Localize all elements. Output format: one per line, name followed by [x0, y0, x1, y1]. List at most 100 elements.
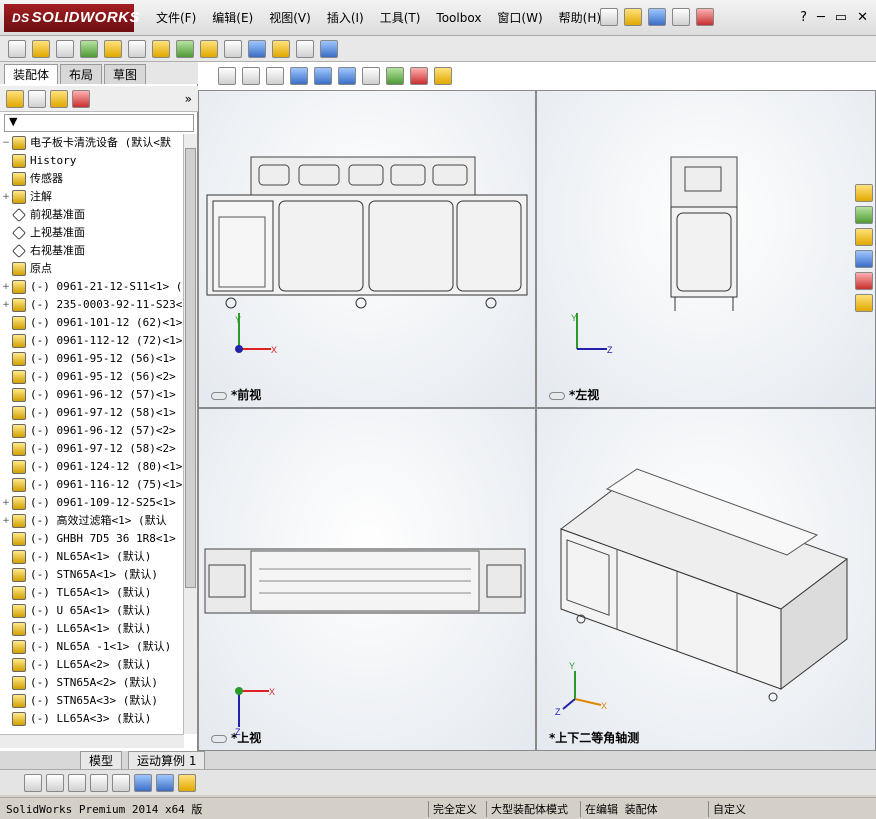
- expand-icon[interactable]: +: [0, 278, 12, 296]
- tree-item[interactable]: (-) LL65A<1> (默认): [0, 620, 184, 638]
- property-manager-icon[interactable]: [28, 89, 46, 108]
- tree-item[interactable]: History: [0, 152, 184, 170]
- tab-layout[interactable]: 布局: [60, 64, 103, 84]
- view-settings-icon[interactable]: [434, 67, 452, 85]
- tree-item[interactable]: (-) 0961-97-12 (58)<1>: [0, 404, 184, 422]
- results-icon[interactable]: [178, 773, 196, 792]
- tree-item[interactable]: 右视基准面: [0, 242, 184, 260]
- tree-item[interactable]: (-) 0961-95-12 (56)<1>: [0, 350, 184, 368]
- menu-tools[interactable]: 工具(T): [372, 9, 429, 27]
- appearance-icon[interactable]: [386, 67, 404, 85]
- zoom-area-icon[interactable]: [242, 67, 260, 85]
- tree-item[interactable]: (-) 0961-112-12 (72)<1>: [0, 332, 184, 350]
- configuration-manager-icon[interactable]: [50, 89, 68, 108]
- component-icon[interactable]: [104, 39, 122, 58]
- mate-icon[interactable]: [80, 39, 98, 58]
- graphics-area[interactable]: Y X *前视 Y Z *左视 X Z *上视 Y X Z *上下二等角轴测: [198, 62, 876, 751]
- tree-item[interactable]: 前视基准面: [0, 206, 184, 224]
- snapshot-icon[interactable]: [320, 39, 338, 58]
- collapse-icon[interactable]: −: [0, 134, 12, 152]
- tree-item[interactable]: (-) GHBH 7D5 36 1R8<1>: [0, 530, 184, 548]
- expand-icon[interactable]: +: [0, 188, 12, 206]
- open-assembly-icon[interactable]: [32, 39, 50, 58]
- menu-view[interactable]: 视图(V): [261, 9, 319, 27]
- help-icon[interactable]: ?: [800, 10, 807, 25]
- scroll-thumb[interactable]: [185, 148, 196, 588]
- expand-icon[interactable]: +: [0, 296, 12, 314]
- link-icon[interactable]: [56, 39, 74, 58]
- close-icon[interactable]: ✕: [857, 10, 868, 25]
- file-explorer-icon[interactable]: [855, 228, 873, 246]
- menu-insert[interactable]: 插入(I): [319, 9, 372, 27]
- zoom-fit-icon[interactable]: [218, 67, 236, 85]
- calculate-icon[interactable]: [24, 773, 42, 792]
- restore-icon[interactable]: ▭: [835, 10, 847, 25]
- tree-item[interactable]: + (-) 高效过滤箱<1> (默认: [0, 512, 184, 530]
- hide-show-icon[interactable]: [362, 67, 380, 85]
- status-units[interactable]: 自定义: [708, 801, 746, 817]
- tree-item[interactable]: 上视基准面: [0, 224, 184, 242]
- tree-item[interactable]: (-) 0961-101-12 (62)<1>: [0, 314, 184, 332]
- design-library-icon[interactable]: [855, 206, 873, 224]
- previous-view-icon[interactable]: [266, 67, 284, 85]
- tab-sketch[interactable]: 草图: [104, 64, 147, 84]
- menu-window[interactable]: 窗口(W): [489, 9, 550, 27]
- menu-edit[interactable]: 编辑(E): [204, 9, 261, 27]
- expand-icon[interactable]: +: [0, 512, 12, 530]
- custom-properties-icon[interactable]: [855, 294, 873, 312]
- tree-root[interactable]: − 电子板卡清洗设备 (默认<默: [0, 134, 184, 152]
- tree-item[interactable]: (-) LL65A<2> (默认): [0, 656, 184, 674]
- display-manager-icon[interactable]: [72, 89, 90, 108]
- tree-item[interactable]: + (-) 0961-21-12-S11<1> (: [0, 278, 184, 296]
- stop-icon[interactable]: [68, 773, 86, 792]
- part-tool-icon[interactable]: [8, 39, 26, 58]
- reference-icon[interactable]: [296, 39, 314, 58]
- filter-input[interactable]: ▼: [4, 114, 194, 132]
- tab-model[interactable]: 模型: [80, 750, 123, 770]
- minimize-icon[interactable]: ─: [817, 10, 825, 25]
- table-icon[interactable]: [156, 773, 174, 792]
- rebuild-icon[interactable]: [696, 8, 714, 26]
- front-view-pane[interactable]: Y X *前视: [198, 90, 536, 408]
- menu-toolbox[interactable]: Toolbox: [428, 9, 489, 27]
- tree-item[interactable]: (-) 0961-95-12 (56)<2>: [0, 368, 184, 386]
- timeline-icon[interactable]: [90, 773, 108, 792]
- tree-item[interactable]: (-) 0961-97-12 (58)<2>: [0, 440, 184, 458]
- expand-panel-icon[interactable]: »: [185, 92, 192, 106]
- appearances-icon[interactable]: [855, 272, 873, 290]
- feature-icon[interactable]: [176, 39, 194, 58]
- top-view-pane[interactable]: X Z *上视: [198, 408, 536, 751]
- tree-horizontal-scrollbar[interactable]: [0, 734, 184, 748]
- left-view-pane[interactable]: Y Z *左视: [536, 90, 876, 408]
- view-orientation-icon[interactable]: [314, 67, 332, 85]
- new-doc-icon[interactable]: [600, 8, 618, 26]
- tree-item[interactable]: (-) STN65A<2> (默认): [0, 674, 184, 692]
- display-style-icon[interactable]: [338, 67, 356, 85]
- expand-icon[interactable]: +: [0, 494, 12, 512]
- view-cube-icon[interactable]: [134, 773, 152, 792]
- tree-item[interactable]: (-) NL65A -1<1> (默认): [0, 638, 184, 656]
- tree-item[interactable]: (-) 0961-96-12 (57)<2>: [0, 422, 184, 440]
- save-icon[interactable]: [648, 8, 666, 26]
- tree-vertical-scrollbar[interactable]: [183, 134, 197, 734]
- key-icon[interactable]: [112, 773, 130, 792]
- play-icon[interactable]: [46, 773, 64, 792]
- section-view-icon[interactable]: [290, 67, 308, 85]
- tree-item[interactable]: + (-) 235-0003-92-11-S23<: [0, 296, 184, 314]
- tree-item[interactable]: + 注解: [0, 188, 184, 206]
- tree-item[interactable]: 传感器: [0, 170, 184, 188]
- view-palette-icon[interactable]: [855, 250, 873, 268]
- tree-item[interactable]: (-) 0961-96-12 (57)<1>: [0, 386, 184, 404]
- tree-item[interactable]: (-) TL65A<1> (默认): [0, 584, 184, 602]
- iso-view-pane[interactable]: Y X Z *上下二等角轴测: [536, 408, 876, 751]
- feature-tree-icon[interactable]: [6, 89, 24, 108]
- explode-icon[interactable]: [224, 39, 242, 58]
- tree-item[interactable]: (-) STN65A<1> (默认): [0, 566, 184, 584]
- assembly-feature-icon[interactable]: [272, 39, 290, 58]
- instant3d-icon[interactable]: [248, 39, 266, 58]
- tree-item[interactable]: (-) STN65A<3> (默认): [0, 692, 184, 710]
- tab-motion-study[interactable]: 运动算例 1: [128, 750, 206, 770]
- tree-item[interactable]: (-) LL65A<3> (默认): [0, 710, 184, 728]
- tree-item[interactable]: (-) U 65A<1> (默认): [0, 602, 184, 620]
- menu-file[interactable]: 文件(F): [148, 9, 204, 27]
